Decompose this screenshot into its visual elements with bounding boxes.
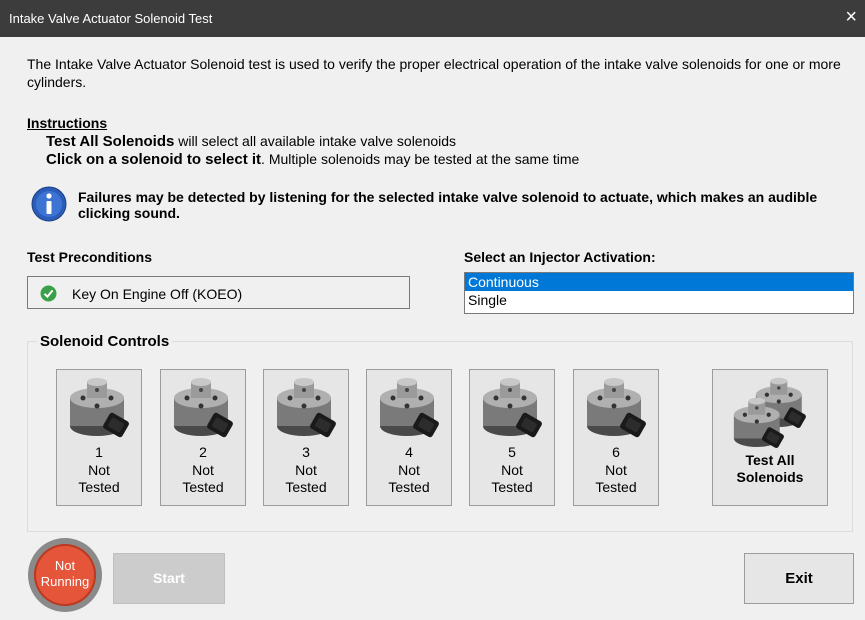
- solenoid-button-1[interactable]: 1 Not Tested: [56, 369, 142, 506]
- activation-option-continuous[interactable]: Continuous: [465, 273, 853, 291]
- window-title: Intake Valve Actuator Solenoid Test: [9, 11, 213, 26]
- solenoid-icon: [277, 378, 338, 439]
- activation-listbox[interactable]: Continuous Single: [464, 272, 854, 314]
- solenoid-status: Not Tested: [78, 462, 120, 495]
- start-button[interactable]: Start: [113, 553, 225, 604]
- test-all-solenoids-button[interactable]: Test All Solenoids: [712, 369, 828, 506]
- solenoid-number: 1: [95, 444, 103, 460]
- test-all-label: Test All Solenoids: [736, 452, 804, 485]
- solenoid-icon: [483, 378, 544, 439]
- title-bar: Intake Valve Actuator Solenoid Test ×: [0, 0, 865, 37]
- instructions-heading: Instructions: [27, 115, 108, 131]
- solenoid-status: Not Tested: [285, 462, 327, 495]
- solenoid-button-4[interactable]: 4 Not Tested: [366, 369, 452, 506]
- solenoid-number: 6: [612, 444, 620, 460]
- solenoid-icon: [587, 378, 648, 439]
- precondition-box: Key On Engine Off (KOEO): [27, 276, 410, 309]
- solenoid-number: 5: [508, 444, 516, 460]
- instruction-1-rest: will select all available intake valve s…: [174, 133, 457, 149]
- solenoid-icon: [380, 378, 441, 439]
- instruction-2-rest: . Multiple solenoids may be tested at th…: [261, 151, 580, 167]
- running-status-text: Not Running: [40, 558, 90, 589]
- preconditions-heading: Test Preconditions: [27, 249, 152, 265]
- solenoid-number: 2: [199, 444, 207, 460]
- close-icon[interactable]: ×: [845, 6, 857, 29]
- solenoid-status: Not Tested: [182, 462, 224, 495]
- precondition-label: Key On Engine Off (KOEO): [72, 286, 243, 302]
- solenoid-controls-heading: Solenoid Controls: [37, 333, 173, 350]
- exit-button[interactable]: Exit: [744, 553, 854, 604]
- solenoid-status: Not Tested: [388, 462, 430, 495]
- info-icon: [31, 186, 67, 222]
- instruction-line-2: Click on a solenoid to select it. Multip…: [46, 151, 579, 168]
- info-message: Failures may be detected by listening fo…: [78, 189, 818, 221]
- solenoid-status: Not Tested: [491, 462, 533, 495]
- running-status-indicator: Not Running: [28, 538, 102, 612]
- solenoid-group-icon: [733, 377, 807, 449]
- solenoid-icon: [70, 378, 131, 439]
- activation-option-single[interactable]: Single: [465, 291, 853, 309]
- activation-heading: Select an Injector Activation:: [464, 249, 656, 265]
- solenoid-button-5[interactable]: 5 Not Tested: [469, 369, 555, 506]
- solenoid-button-6[interactable]: 6 Not Tested: [573, 369, 659, 506]
- description-text: The Intake Valve Actuator Solenoid test …: [27, 56, 841, 90]
- instruction-2-bold: Click on a solenoid to select it: [46, 151, 262, 168]
- solenoid-number: 4: [405, 444, 413, 460]
- solenoid-button-3[interactable]: 3 Not Tested: [263, 369, 349, 506]
- solenoid-icon: [174, 378, 235, 439]
- check-icon: [40, 285, 57, 302]
- solenoid-button-2[interactable]: 2 Not Tested: [160, 369, 246, 506]
- solenoid-number: 3: [302, 444, 310, 460]
- solenoid-status: Not Tested: [595, 462, 637, 495]
- instruction-line-1: Test All Solenoids will select all avail…: [46, 133, 456, 150]
- instruction-1-bold: Test All Solenoids: [46, 133, 175, 150]
